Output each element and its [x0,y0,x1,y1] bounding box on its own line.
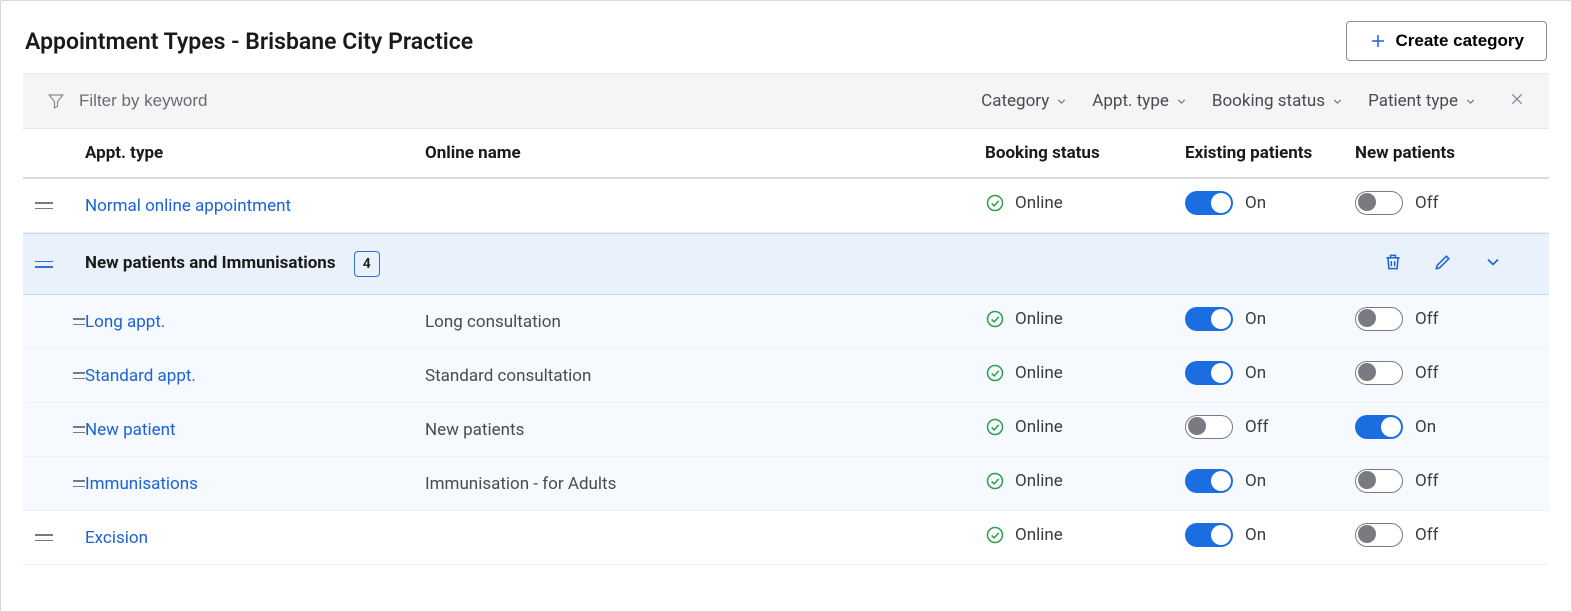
check-circle-icon [985,309,1005,329]
table-row: Standard appt. Standard consultation Onl… [23,349,1549,403]
toggle-switch[interactable] [1355,523,1403,547]
drag-handle-icon[interactable] [73,318,85,325]
table-row: New patient New patients Online Off On [23,403,1549,457]
toggle-switch[interactable] [1185,523,1233,547]
online-name-value: Standard consultation [425,366,985,386]
toggle-label: Off [1415,471,1439,491]
booking-status: Online [985,309,1063,329]
booking-status: Online [985,525,1063,545]
category-count-badge: 4 [354,251,380,277]
toggle-switch[interactable] [1355,415,1403,439]
collapse-category-button[interactable] [1483,252,1503,277]
drag-handle-icon[interactable] [73,426,85,433]
toggle-label: Off [1415,193,1439,213]
booking-status: Online [985,471,1063,491]
col-appt-type: Appt. type [85,133,425,173]
toggle-switch[interactable] [1185,307,1233,331]
table-row: Normal online appointment Online On Off [23,179,1549,233]
trash-icon [1383,252,1403,272]
col-online-name: Online name [425,133,985,173]
toggle-switch[interactable] [1185,361,1233,385]
drag-handle-icon[interactable] [35,202,53,209]
check-circle-icon [985,193,1005,213]
online-name-value: Immunisation - for Adults [425,474,985,494]
online-name-value: Long consultation [425,312,985,332]
check-circle-icon [985,363,1005,383]
chevron-down-icon [1483,252,1503,272]
col-booking-status: Booking status [985,133,1185,173]
col-new-patients: New patients [1355,133,1525,173]
appt-type-link[interactable]: New patient [85,420,176,440]
edit-category-button[interactable] [1433,252,1453,277]
page-title: Appointment Types - Brisbane City Practi… [25,28,473,55]
clear-filters-button[interactable] [1509,91,1525,111]
create-category-label: Create category [1395,31,1524,51]
toggle-switch[interactable] [1185,415,1233,439]
toggle-switch[interactable] [1185,191,1233,215]
toggle-label: On [1245,363,1266,383]
check-circle-icon [985,525,1005,545]
drag-handle-icon[interactable] [73,372,85,379]
check-circle-icon [985,471,1005,491]
appt-type-link[interactable]: Long appt. [85,312,165,332]
close-icon [1509,91,1525,107]
toggle-label: On [1245,471,1266,491]
appt-type-link[interactable]: Immunisations [85,474,198,494]
create-category-button[interactable]: Create category [1346,21,1547,61]
toggle-label: On [1245,309,1266,329]
col-existing-patients: Existing patients [1185,133,1355,173]
toggle-switch[interactable] [1185,469,1233,493]
chevron-down-icon [1464,95,1477,108]
drag-handle-icon[interactable] [35,261,53,268]
toggle-switch[interactable] [1355,361,1403,385]
filter-patient-type-dropdown[interactable]: Patient type [1368,91,1477,111]
toggle-label: Off [1415,309,1439,329]
check-circle-icon [985,417,1005,437]
toggle-switch[interactable] [1355,469,1403,493]
appt-type-link[interactable]: Normal online appointment [85,196,291,216]
drag-handle-icon[interactable] [35,534,53,541]
filter-booking-status-dropdown[interactable]: Booking status [1212,91,1344,111]
toggle-label: On [1245,525,1266,545]
booking-status: Online [985,417,1063,437]
filter-keyword-input[interactable] [77,90,377,112]
delete-category-button[interactable] [1383,252,1403,277]
filter-appt-type-dropdown[interactable]: Appt. type [1092,91,1188,111]
booking-status: Online [985,363,1063,383]
filter-category-dropdown[interactable]: Category [981,91,1068,111]
toggle-label: On [1415,417,1436,437]
filter-icon [47,92,65,110]
table-row: Long appt. Long consultation Online On O… [23,295,1549,349]
drag-handle-icon[interactable] [73,480,85,487]
appt-type-link[interactable]: Standard appt. [85,366,196,386]
booking-status: Online [985,193,1063,213]
online-name-value: New patients [425,420,985,440]
category-row: New patients and Immunisations 4 [23,233,1549,295]
chevron-down-icon [1055,95,1068,108]
chevron-down-icon [1175,95,1188,108]
appt-type-link[interactable]: Excision [85,528,148,548]
filter-bar: Category Appt. type Booking status Patie… [23,73,1549,129]
category-name: New patients and Immunisations [85,253,336,273]
toggle-label: Off [1415,525,1439,545]
toggle-label: Off [1245,417,1269,437]
toggle-switch[interactable] [1355,191,1403,215]
table-header-row: Appt. type Online name Booking status Ex… [23,129,1549,179]
pencil-icon [1433,252,1453,272]
toggle-label: Off [1415,363,1439,383]
chevron-down-icon [1331,95,1344,108]
plus-icon [1369,32,1387,50]
table-row: Excision Online On Off [23,511,1549,565]
table-row: Immunisations Immunisation - for Adults … [23,457,1549,511]
toggle-switch[interactable] [1355,307,1403,331]
toggle-label: On [1245,193,1266,213]
table-area[interactable]: Appt. type Online name Booking status Ex… [1,129,1571,611]
